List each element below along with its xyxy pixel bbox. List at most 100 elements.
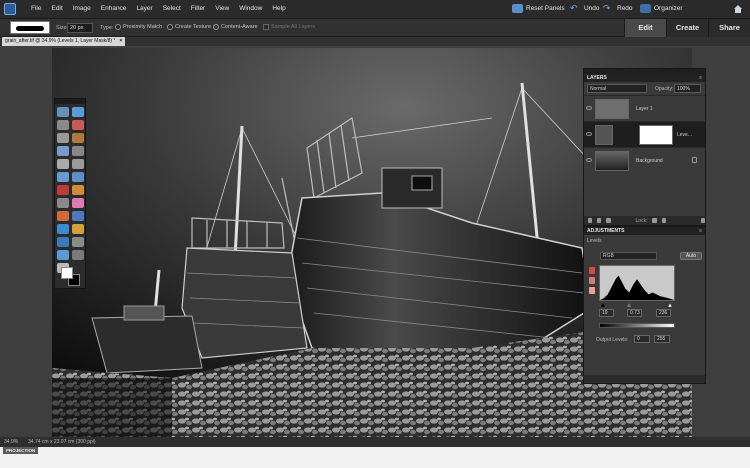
layer-row-selected[interactable]: Leve... [584,121,705,147]
gradient-tool-icon[interactable] [71,224,84,234]
eraser-tool-icon[interactable] [71,198,84,208]
zoom-level[interactable]: 34.9% [4,439,18,445]
menu-image[interactable]: Image [68,5,96,12]
tab-share[interactable]: Share [708,19,750,37]
reset-panels-button[interactable]: Reset Panels [512,4,565,13]
layer-row[interactable]: Layer 1 [584,95,705,121]
projection-tab[interactable]: PROJECTION [3,447,39,454]
input-levels-slider[interactable] [599,303,675,307]
sample-all-layers-label: Sample All Layers [271,24,316,30]
smart-brush-tool-icon[interactable] [71,211,84,221]
black-point-eyedropper-icon[interactable] [589,267,595,274]
magic-wand-tool-icon[interactable] [56,146,69,156]
clone-stamp-tool-icon[interactable] [56,198,69,208]
menu-layer[interactable]: Layer [131,5,157,12]
histogram [599,265,675,301]
proximity-match-radio[interactable]: Proximity Match [115,24,162,30]
redo-button[interactable]: ↷ Redo [603,4,633,13]
zoom-tool-icon[interactable] [71,107,84,117]
opacity-field[interactable]: 100% [674,84,701,93]
visibility-eye-icon[interactable] [586,132,592,136]
panel-menu-icon[interactable]: ≡ [699,227,702,235]
type-label: Type: [100,25,114,31]
menu-select[interactable]: Select [158,5,186,12]
document-info: 34.74 cm x 23.07 cm (300 ppi) [28,439,96,445]
lasso-tool-icon[interactable] [71,133,84,143]
eyedropper-tool-icon[interactable] [71,120,84,130]
output-levels-label: Output Levels: [596,337,629,343]
menu-edit[interactable]: Edit [46,5,67,12]
tab-edit[interactable]: Edit [624,19,666,37]
input-gamma-field[interactable]: 0.73 [627,309,642,317]
content-aware-label: Content-Aware [221,24,258,30]
document-tab-title: grain_after.tif @ 34.9% (Levels 1, Layer… [5,38,116,44]
crop-tool-icon[interactable] [71,159,84,169]
blend-row: Normal Opacity: 100% [584,82,705,95]
output-levels-gradient[interactable] [599,323,675,328]
link-layers-icon[interactable] [606,218,611,223]
content-aware-radio[interactable]: Content-Aware [213,24,258,30]
selection-brush-tool-icon[interactable] [71,146,84,156]
document-tab[interactable]: grain_after.tif @ 34.9% (Levels 1, Layer… [2,37,126,46]
lock-transparent-icon[interactable] [652,218,657,223]
menu-help[interactable]: Help [267,5,290,12]
auto-button[interactable]: Auto [680,252,702,260]
app-logo-icon[interactable] [4,3,16,15]
visibility-eye-icon[interactable] [586,106,592,110]
layer-mask-thumbnail[interactable] [639,125,673,145]
new-adjustment-layer-icon[interactable] [597,218,602,223]
gray-point-eyedropper-icon[interactable] [589,277,595,284]
create-texture-radio[interactable]: Create Texture [167,24,211,30]
hand-tool-icon[interactable] [56,120,69,130]
output-white-field[interactable]: 255 [654,335,670,343]
paint-bucket-tool-icon[interactable] [56,224,69,234]
opacity-label: Opacity: [655,86,674,92]
tool-options-bar: Size: 20 px Type: Proximity Match Create… [0,19,624,37]
menu-view[interactable]: View [210,5,234,12]
create-texture-label: Create Texture [175,24,211,30]
menu-enhance[interactable]: Enhance [96,5,132,12]
output-black-field[interactable]: 0 [634,335,650,343]
undo-button[interactable]: ↶ Undo [570,4,600,13]
organizer-button[interactable]: Organizer [640,4,683,13]
pencil-tool-icon[interactable] [71,250,84,260]
marquee-tool-icon[interactable] [56,133,69,143]
visibility-eye-icon[interactable] [586,158,592,162]
size-field[interactable]: 20 px [67,23,93,33]
toolbox [54,98,86,289]
red-eye-tool-icon[interactable] [56,185,69,195]
sample-all-layers-checkbox[interactable]: Sample All Layers [263,24,315,30]
lock-all-icon[interactable] [661,218,666,223]
input-white-field[interactable]: 236 [656,309,671,317]
move-tool-icon[interactable] [56,107,69,117]
recompose-tool-icon[interactable] [56,172,69,182]
layers-panel-header: LAYERS ≡ [584,74,705,82]
spot-healing-tool-icon[interactable] [71,185,84,195]
white-point-eyedropper-icon[interactable] [589,287,595,294]
proximity-match-label: Proximity Match [123,24,163,30]
delete-layer-icon[interactable] [700,218,705,223]
shape-tool-icon[interactable] [56,237,69,247]
status-bar: 34.9% 34.74 cm x 23.07 cm (300 ppi) [0,437,750,447]
foreground-color-swatch[interactable] [61,267,73,279]
redo-label: Redo [617,5,633,12]
tab-create[interactable]: Create [666,19,708,37]
menu-file[interactable]: File [26,5,46,12]
layer-row[interactable]: Background [584,147,705,173]
menu-filter[interactable]: Filter [186,5,210,12]
cookie-cutter-tool-icon[interactable] [71,172,84,182]
sponge-tool-icon[interactable] [56,250,69,260]
text-tool-icon[interactable] [56,159,69,169]
menu-window[interactable]: Window [234,5,267,12]
new-layer-icon[interactable] [588,218,593,223]
home-icon[interactable] [733,4,743,14]
channel-select[interactable]: RGB [600,252,657,260]
blend-mode-select[interactable]: Normal [587,84,647,93]
brush-tool-icon[interactable] [56,211,69,221]
blur-tool-icon[interactable] [71,237,84,247]
brush-preview[interactable] [10,21,50,34]
input-black-field[interactable]: 19 [599,309,614,317]
panel-menu-icon[interactable]: ≡ [699,74,702,82]
layer-thumbnail [595,99,629,119]
close-tab-icon[interactable]: × [119,37,122,46]
